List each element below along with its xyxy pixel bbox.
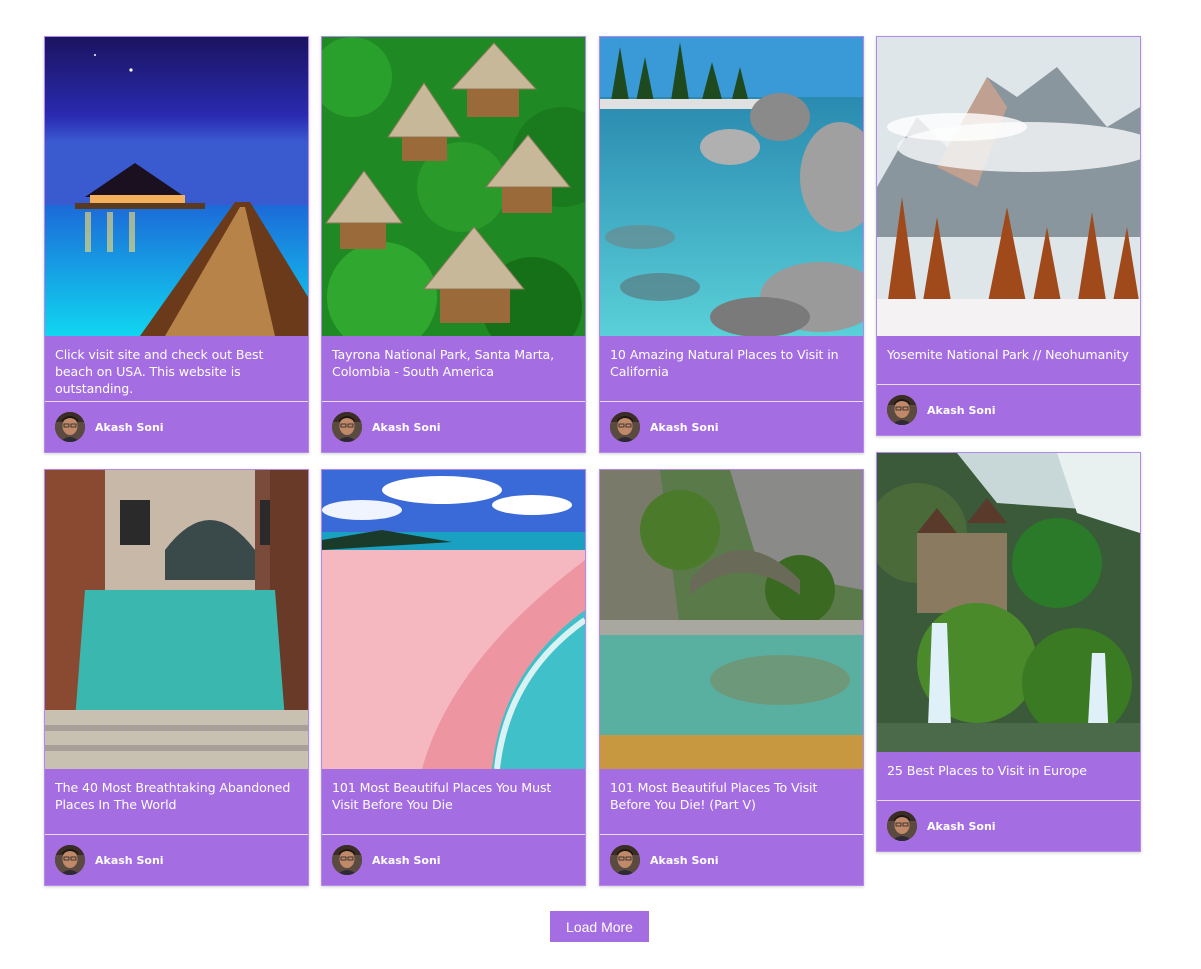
card[interactable]: Tayrona National Park, Santa Marta, Colo… — [321, 36, 586, 453]
card[interactable]: The 40 Most Breathtaking Abandoned Place… — [44, 469, 309, 886]
card[interactable]: 25 Best Places to Visit in Europe Akash … — [876, 452, 1141, 852]
card-image-venice-canal[interactable] — [45, 470, 308, 769]
card-divider — [45, 401, 308, 402]
card-divider — [322, 401, 585, 402]
card-divider — [45, 834, 308, 835]
author-name[interactable]: Akash Soni — [372, 421, 441, 434]
author-name[interactable]: Akash Soni — [927, 820, 996, 833]
card-image-jungle-huts[interactable] — [322, 37, 585, 336]
card-image-waterfall-castle[interactable] — [877, 453, 1140, 752]
card-divider — [877, 384, 1140, 385]
card-divider — [322, 834, 585, 835]
avatar[interactable] — [610, 412, 640, 442]
author-name[interactable]: Akash Soni — [95, 854, 164, 867]
author-name[interactable]: Akash Soni — [372, 854, 441, 867]
card-title[interactable]: 101 Most Beautiful Places To Visit Befor… — [600, 769, 863, 813]
card[interactable]: Click visit site and check out Best beac… — [44, 36, 309, 453]
card-title[interactable]: 101 Most Beautiful Places You Must Visit… — [322, 769, 585, 813]
card-image-snowy-mountain[interactable] — [877, 37, 1140, 336]
card-author[interactable]: Akash Soni — [55, 845, 164, 875]
card-author[interactable]: Akash Soni — [610, 845, 719, 875]
card-title[interactable]: Tayrona National Park, Santa Marta, Colo… — [322, 336, 585, 380]
card-author[interactable]: Akash Soni — [610, 412, 719, 442]
card-title[interactable]: 10 Amazing Natural Places to Visit in Ca… — [600, 336, 863, 380]
avatar[interactable] — [55, 845, 85, 875]
card-image-overwater-villa[interactable] — [45, 37, 308, 336]
card-divider — [877, 800, 1140, 801]
avatar[interactable] — [610, 845, 640, 875]
load-more-button[interactable]: Load More — [550, 911, 649, 942]
author-name[interactable]: Akash Soni — [650, 854, 719, 867]
avatar[interactable] — [887, 395, 917, 425]
author-name[interactable]: Akash Soni — [95, 421, 164, 434]
card-author[interactable]: Akash Soni — [332, 412, 441, 442]
avatar[interactable] — [332, 845, 362, 875]
avatar[interactable] — [887, 811, 917, 841]
card-title[interactable]: 25 Best Places to Visit in Europe — [877, 752, 1140, 779]
author-name[interactable]: Akash Soni — [650, 421, 719, 434]
card-title[interactable]: Yosemite National Park // Neohumanity — [877, 336, 1140, 363]
card-author[interactable]: Akash Soni — [887, 395, 996, 425]
avatar[interactable] — [55, 412, 85, 442]
card-image-pink-beach[interactable] — [322, 470, 585, 769]
card-title[interactable]: Click visit site and check out Best beac… — [45, 336, 308, 397]
card-author[interactable]: Akash Soni — [887, 811, 996, 841]
card-image-lake-boulders[interactable] — [600, 37, 863, 336]
card[interactable]: 101 Most Beautiful Places You Must Visit… — [321, 469, 586, 886]
card[interactable]: 10 Amazing Natural Places to Visit in Ca… — [599, 36, 864, 453]
avatar[interactable] — [332, 412, 362, 442]
card-title[interactable]: The 40 Most Breathtaking Abandoned Place… — [45, 769, 308, 813]
card-divider — [600, 401, 863, 402]
card-author[interactable]: Akash Soni — [55, 412, 164, 442]
card-author[interactable]: Akash Soni — [332, 845, 441, 875]
author-name[interactable]: Akash Soni — [927, 404, 996, 417]
card[interactable]: 101 Most Beautiful Places To Visit Befor… — [599, 469, 864, 886]
card[interactable]: Yosemite National Park // Neohumanity Ak… — [876, 36, 1141, 436]
card-image-stone-bridge[interactable] — [600, 470, 863, 769]
card-divider — [600, 834, 863, 835]
